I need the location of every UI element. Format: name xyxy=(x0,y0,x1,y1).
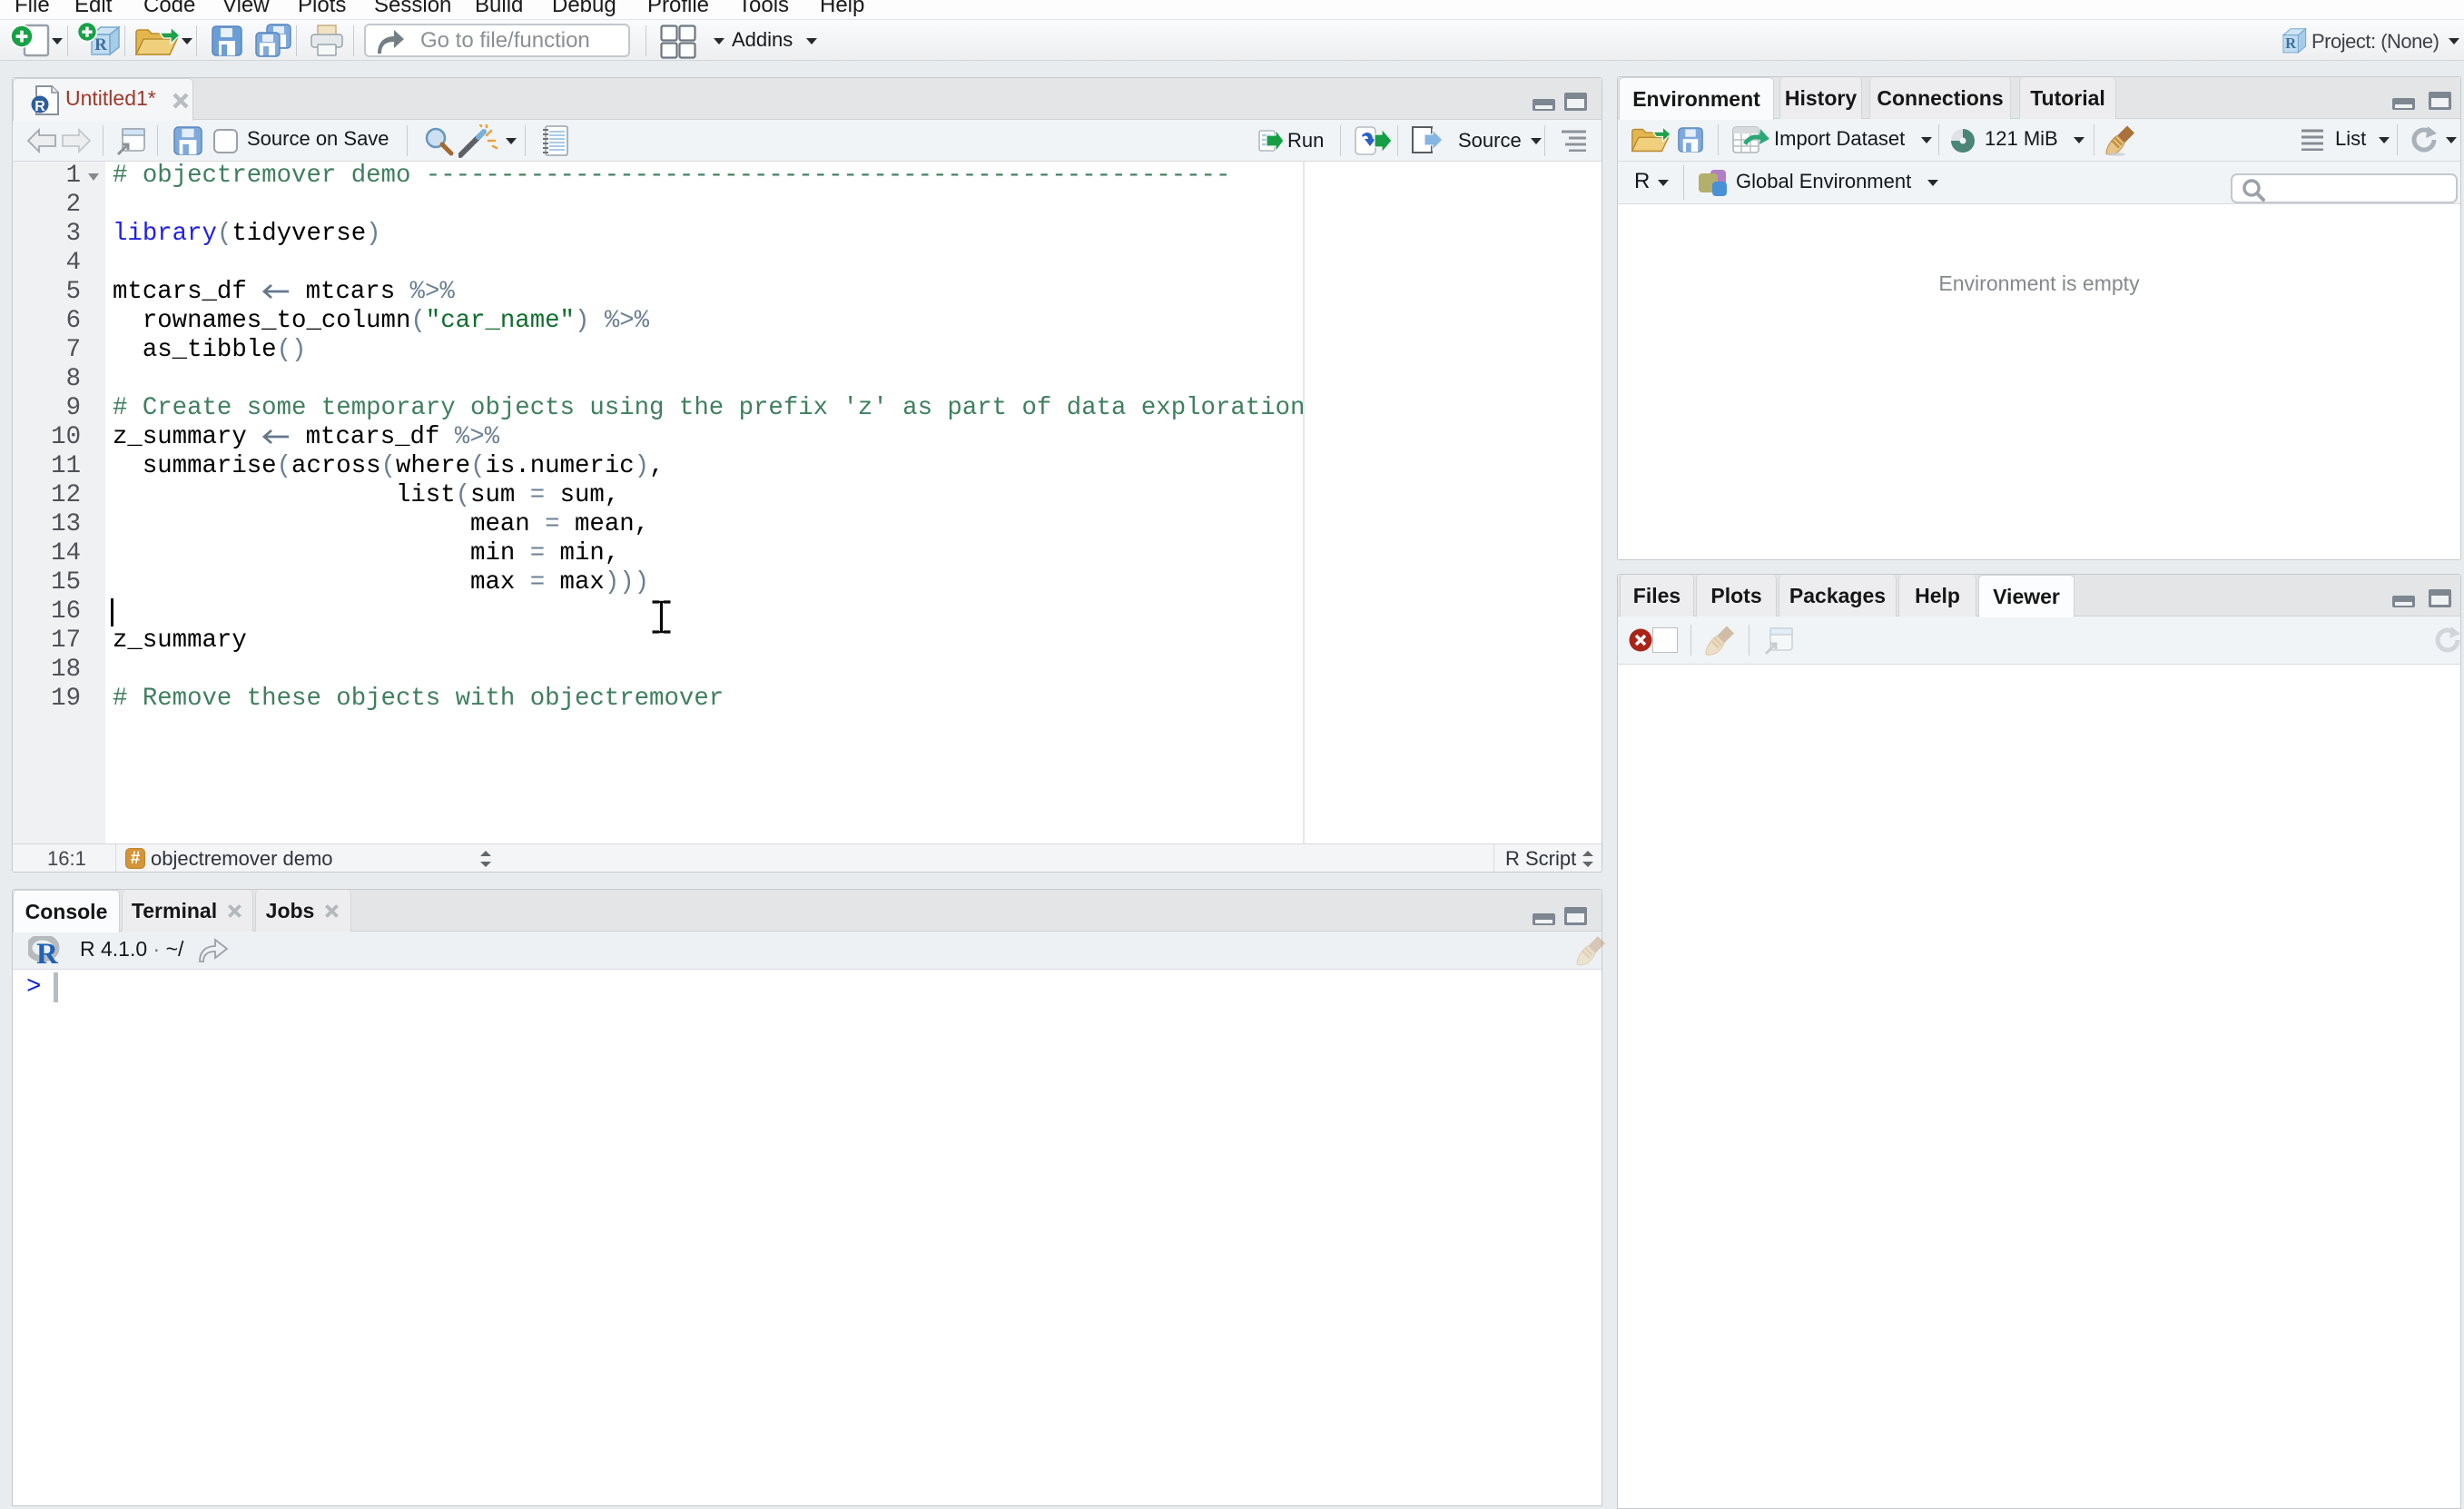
svg-text:R: R xyxy=(36,938,59,965)
svg-text:R: R xyxy=(2285,35,2297,52)
svg-text:R: R xyxy=(94,35,107,54)
svg-text:R: R xyxy=(34,99,45,114)
